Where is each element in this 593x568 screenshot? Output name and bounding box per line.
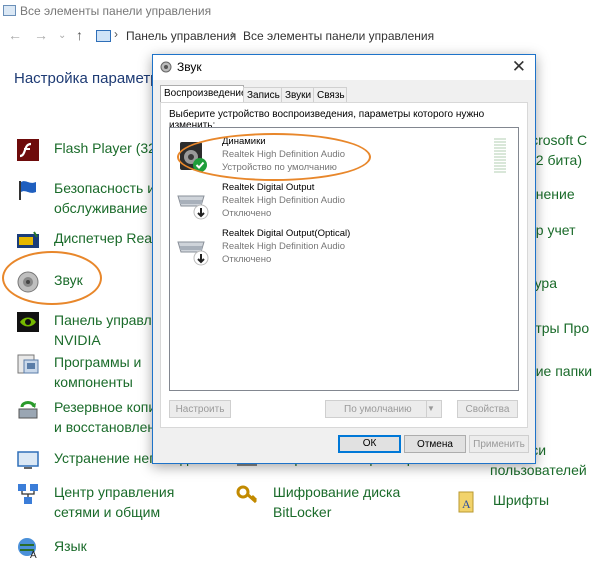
language-icon: A: [18, 538, 37, 560]
flash-icon: [17, 139, 39, 161]
cp-right-text[interactable]: ние папки: [528, 361, 592, 381]
device-name: Realtek Digital Output(Optical): [222, 228, 351, 239]
up-arrow-icon[interactable]: ↑: [76, 27, 83, 43]
device-status: Отключено: [222, 254, 272, 265]
close-icon[interactable]: ✕: [512, 57, 526, 77]
svg-text:A: A: [462, 497, 471, 511]
configure-button[interactable]: Настроить: [169, 400, 231, 418]
nvidia-icon: [17, 312, 39, 332]
set-default-button[interactable]: По умолчанию ▼: [325, 400, 442, 418]
cp-item-label: Диспетчер Real: [54, 230, 156, 246]
bitlocker-icon: [236, 485, 258, 504]
cp-item-label: Шрифты: [493, 492, 550, 508]
breadcrumb-all-items[interactable]: Все элементы панели управления: [243, 29, 434, 43]
highlight-circle-sound: [2, 251, 102, 305]
device-name: Realtek Digital Output: [222, 182, 315, 193]
cp-right-text[interactable]: icrosoft C: [528, 130, 587, 150]
flag-icon: [19, 181, 36, 200]
chevron-right-icon[interactable]: ›: [114, 27, 118, 41]
device-driver: Realtek High Definition Audio: [222, 241, 346, 252]
set-default-label: По умолчанию: [344, 404, 412, 415]
chevron-down-icon[interactable]: ▼: [426, 401, 441, 417]
cp-item-label: Центр управления сетями и общим: [54, 484, 175, 520]
device-item-digital-output[interactable]: Realtek Digital Output Realtek High Defi…: [176, 182, 506, 222]
cp-item-label: Язык: [54, 538, 87, 554]
volume-level-meter: [494, 138, 506, 174]
device-list[interactable]: Динамики Realtek High Definition Audio У…: [169, 127, 519, 391]
tab-sounds[interactable]: Звуки: [281, 87, 315, 103]
realtek-icon: [17, 231, 39, 248]
control-panel-icon: [96, 30, 111, 42]
cancel-button[interactable]: Отмена: [404, 435, 466, 453]
digital-output-icon: [177, 195, 209, 220]
properties-button[interactable]: Свойства: [457, 400, 518, 418]
window-titlebar: Все элементы панели управления: [0, 0, 593, 22]
back-arrow-icon[interactable]: ←: [8, 27, 22, 43]
cp-item-label: Flash Player (32: [54, 140, 156, 156]
cp-item-label: Программы и компоненты: [54, 354, 142, 390]
ok-button[interactable]: ОК: [338, 435, 401, 453]
tab-recording[interactable]: Запись: [243, 87, 283, 103]
speaker-icon: [160, 61, 172, 73]
cp-item-label: Безопасность и обслуживание: [54, 180, 155, 216]
forward-arrow-icon[interactable]: →: [34, 27, 48, 43]
fonts-icon: A: [458, 491, 474, 513]
sound-dialog: Звук ✕ Воспроизведение Запись Звуки Связ…: [152, 54, 536, 464]
programs-icon: [17, 354, 39, 374]
recent-dropdown-icon[interactable]: ⌄: [58, 30, 66, 41]
chevron-right-icon[interactable]: ›: [231, 27, 235, 41]
navigation-bar: ← → ⌄ ↑ › Панель управления › Все элемен…: [0, 24, 593, 48]
window-title: Все элементы панели управления: [20, 4, 212, 18]
cp-right-text[interactable]: етры Про: [528, 318, 589, 338]
device-item-digital-output-optical[interactable]: Realtek Digital Output(Optical) Realtek …: [176, 228, 506, 268]
network-icon: [18, 484, 38, 504]
cp-item-label: Панель управл NVIDIA: [54, 312, 152, 348]
cp-item-label: Резервное копи и восстановлен: [54, 399, 157, 435]
device-driver: Realtek High Definition Audio: [222, 195, 346, 206]
breadcrumb-control-panel[interactable]: Панель управления: [126, 29, 236, 43]
dialog-title: Звук: [177, 60, 202, 74]
apply-button[interactable]: Применить: [469, 435, 529, 453]
cp-right-text[interactable]: 32 бита): [528, 150, 582, 170]
cp-item-label: Шифрование диска BitLocker: [273, 484, 401, 520]
page-title: Настройка параметров: [14, 70, 175, 87]
playback-panel: Выберите устройство воспроизведения, пар…: [160, 102, 528, 428]
svg-text:A: A: [30, 550, 37, 560]
device-status: Отключено: [222, 208, 272, 219]
control-panel-icon: [3, 5, 16, 16]
highlight-circle-speakers: [177, 133, 371, 181]
tab-communications[interactable]: Связь: [313, 87, 347, 103]
dialog-titlebar: Звук ✕: [153, 55, 535, 80]
troubleshoot-icon: [17, 451, 39, 469]
digital-output-icon: [177, 241, 209, 266]
backup-icon: [18, 401, 38, 419]
